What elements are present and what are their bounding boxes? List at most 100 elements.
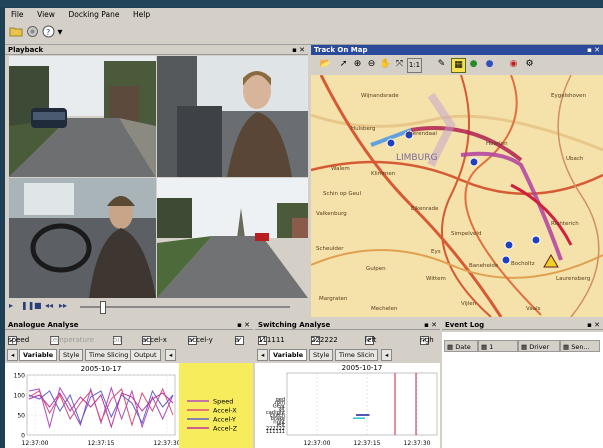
legend-label: Speed [213,398,233,406]
video-driver-face [157,56,308,177]
map-label: Eys [431,249,441,255]
map-label: Baneheide [469,263,499,269]
map-label: Mechelen [371,306,398,312]
map-label: Margraten [319,296,348,302]
rewind-icon[interactable]: ◂◂ [45,301,53,310]
map-label: Valkenburg [316,211,347,217]
event-col-sensor[interactable]: ▦ Sen... [560,340,600,352]
pause-icon[interactable]: ❚❚ [21,301,34,310]
switching-tabs: ◂ Variable Style Time Slicin ◂ [255,349,440,361]
window-frame-top [0,0,603,7]
event-col-driver[interactable]: ▦ Driver [518,340,560,352]
pencil-icon[interactable]: ✎ [435,58,448,71]
y-tick-label: 150 [14,373,26,380]
legend-label: Accel-X [213,407,237,415]
tab-arrow[interactable]: ◂ [165,349,177,361]
tab-arrow[interactable]: ◂ [7,349,19,361]
map-label: LIMBURG [396,153,437,163]
map-canvas[interactable]: Wijnandsrade Hulsberg Voerendaal Walem K… [311,75,603,317]
grid-icon: ▦ [521,343,530,351]
map-label: Wittem [426,276,446,282]
event-col-number[interactable]: ▦ 1 [478,340,518,352]
legend-label: Accel-Z [213,425,238,433]
pointer-icon[interactable]: ➚ [337,58,350,71]
x-tick-label: 12:37:30 [404,440,431,447]
menu-bar: File View Docking Pane Help [5,8,603,21]
map-label: Richterich [551,221,579,227]
map-pane-controls[interactable]: ▪ ✕ [587,45,600,55]
event-col-date[interactable]: ▦ Date [444,340,478,352]
switching-pane-controls[interactable]: ▪ ✕ [424,320,437,330]
open-folder-icon[interactable]: 📂 [319,58,332,71]
playback-title-text: Playback [8,46,44,54]
fit-icon[interactable]: ⤧ [393,58,406,71]
switching-pane-title: Switching Analyse ▪ ✕ [255,320,440,330]
zoom-in-icon[interactable]: ⊕ [351,58,364,71]
map-label: Voerendaal [406,131,437,137]
x-tick-label: 12:37:15 [88,440,115,447]
map-pane-title: Track On Map ▪ ✕ [311,45,603,55]
tab-arrow[interactable]: ◂ [381,349,393,361]
zoom-out-icon[interactable]: ⊖ [365,58,378,71]
map-label: Hulsberg [351,126,376,132]
analogue-channel-checks: ✓ speed temperature oil ✓ accel-x ✓ accel-y… [8,336,244,345]
event-log-pane-title: Event Log ▪ ✕ [442,320,603,330]
map-toolbar: 📂 ➚ ⊕ ⊖ ✋ ⤧ 1:1 ✎ ▦ ● ● ◉ ⚙ [311,56,603,74]
event-log-grid[interactable]: ▦ Date ▦ 1 ▦ Driver ▦ Sen... [442,332,603,448]
map-label: Eygelshoven [551,93,586,99]
stop-icon[interactable]: ■ [34,301,42,310]
tab-arrow[interactable]: ◂ [257,349,269,361]
svg-text:?: ? [46,28,50,37]
map-label: Ubach [566,156,584,162]
switching-title-text: Switching Analyse [258,321,331,329]
menu-help[interactable]: Help [127,8,155,19]
pan-icon[interactable]: ✋ [379,58,392,71]
map-label: Eikenrade [411,206,439,212]
map-title-text: Track On Map [314,46,368,54]
gps-icon[interactable]: ● [483,58,496,71]
map-label: Schin op Geul [323,191,361,197]
tab-output[interactable]: Output [130,349,161,361]
legend-label: Accel-Y [213,416,236,424]
grid-icon: ▦ [563,343,572,351]
tab-style[interactable]: Style [59,349,84,361]
map-label: Heerlen [486,141,508,147]
map-label: Wijnandsrade [361,93,399,99]
map-label: Simpelveld [451,231,481,237]
track-icon[interactable]: ▦ [451,58,466,73]
switching-channel-checks: ✓ 111111 ✓ 222222 ✓ left ✓ righ [258,336,434,345]
play-icon[interactable]: ▸ [9,301,13,310]
grid-icon: ▦ [447,343,456,351]
playback-slider-track[interactable] [80,306,290,308]
tab-time-slicing[interactable]: Time Slicing [85,349,133,361]
playback-control-bar: ▸ ❚❚ ■ ◂◂ ▸▸ [5,298,308,316]
tab-variable[interactable]: Variable [19,349,58,361]
menu-file[interactable]: File [5,8,29,19]
map-label: Laurensberg [556,276,590,282]
tab-time-slicing[interactable]: Time Slicin [335,349,379,361]
menu-docking-pane[interactable]: Docking Pane [62,8,124,19]
menu-view[interactable]: View [31,8,60,19]
main-toolbar: ? ▾ [5,22,603,45]
tab-variable[interactable]: Variable [269,349,308,361]
chart-title: 2005-10-17 [342,364,383,372]
analogue-pane-controls[interactable]: ▪ ✕ [237,320,250,330]
playback-slider-thumb[interactable] [100,301,106,314]
help-icon[interactable]: ? [41,25,56,40]
x-tick-label: 12:37:30 [154,440,181,447]
tab-style[interactable]: Style [309,349,334,361]
playback-pane-controls[interactable]: ▪ ✕ [292,45,305,55]
map-label: Gulpen [366,266,386,272]
settings-icon[interactable]: ⚙ [523,58,536,71]
fast-forward-icon[interactable]: ▸▸ [59,301,67,310]
scale-icon[interactable]: 1:1 [407,58,422,73]
toolbar-dropdown-icon[interactable]: ▾ [56,25,64,40]
globe-icon[interactable]: ● [467,58,480,71]
event-log-pane-controls[interactable]: ▪ ✕ [587,320,600,330]
open-folder-icon[interactable] [8,25,23,40]
grid-icon: ▦ [481,343,490,351]
car-icon[interactable]: ◉ [507,58,520,71]
x-tick-label: 12:37:15 [354,440,381,447]
record-icon[interactable] [25,25,40,40]
map-label: Walem [331,166,350,172]
